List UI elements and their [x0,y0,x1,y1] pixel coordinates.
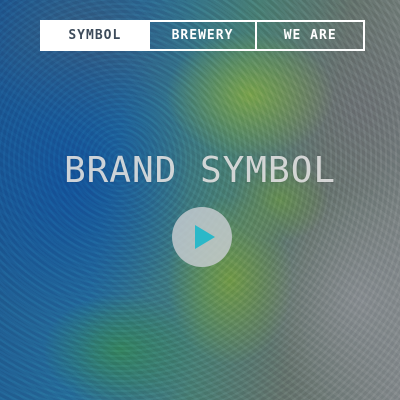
tab-we-are-label: WE ARE [283,28,337,43]
play-icon [194,225,215,249]
play-button[interactable] [172,207,232,267]
background-shade [0,0,400,400]
tab-symbol[interactable]: SYMBOL [42,22,148,49]
tab-we-are[interactable]: WE ARE [255,22,363,49]
tab-brewery[interactable]: BREWERY [147,22,256,49]
tab-brewery-label: BREWERY [171,28,234,43]
page-title: BRAND SYMBOL [63,150,337,191]
tab-symbol-label: SYMBOL [68,28,122,43]
top-nav: SYMBOL BREWERY WE ARE [40,20,365,51]
